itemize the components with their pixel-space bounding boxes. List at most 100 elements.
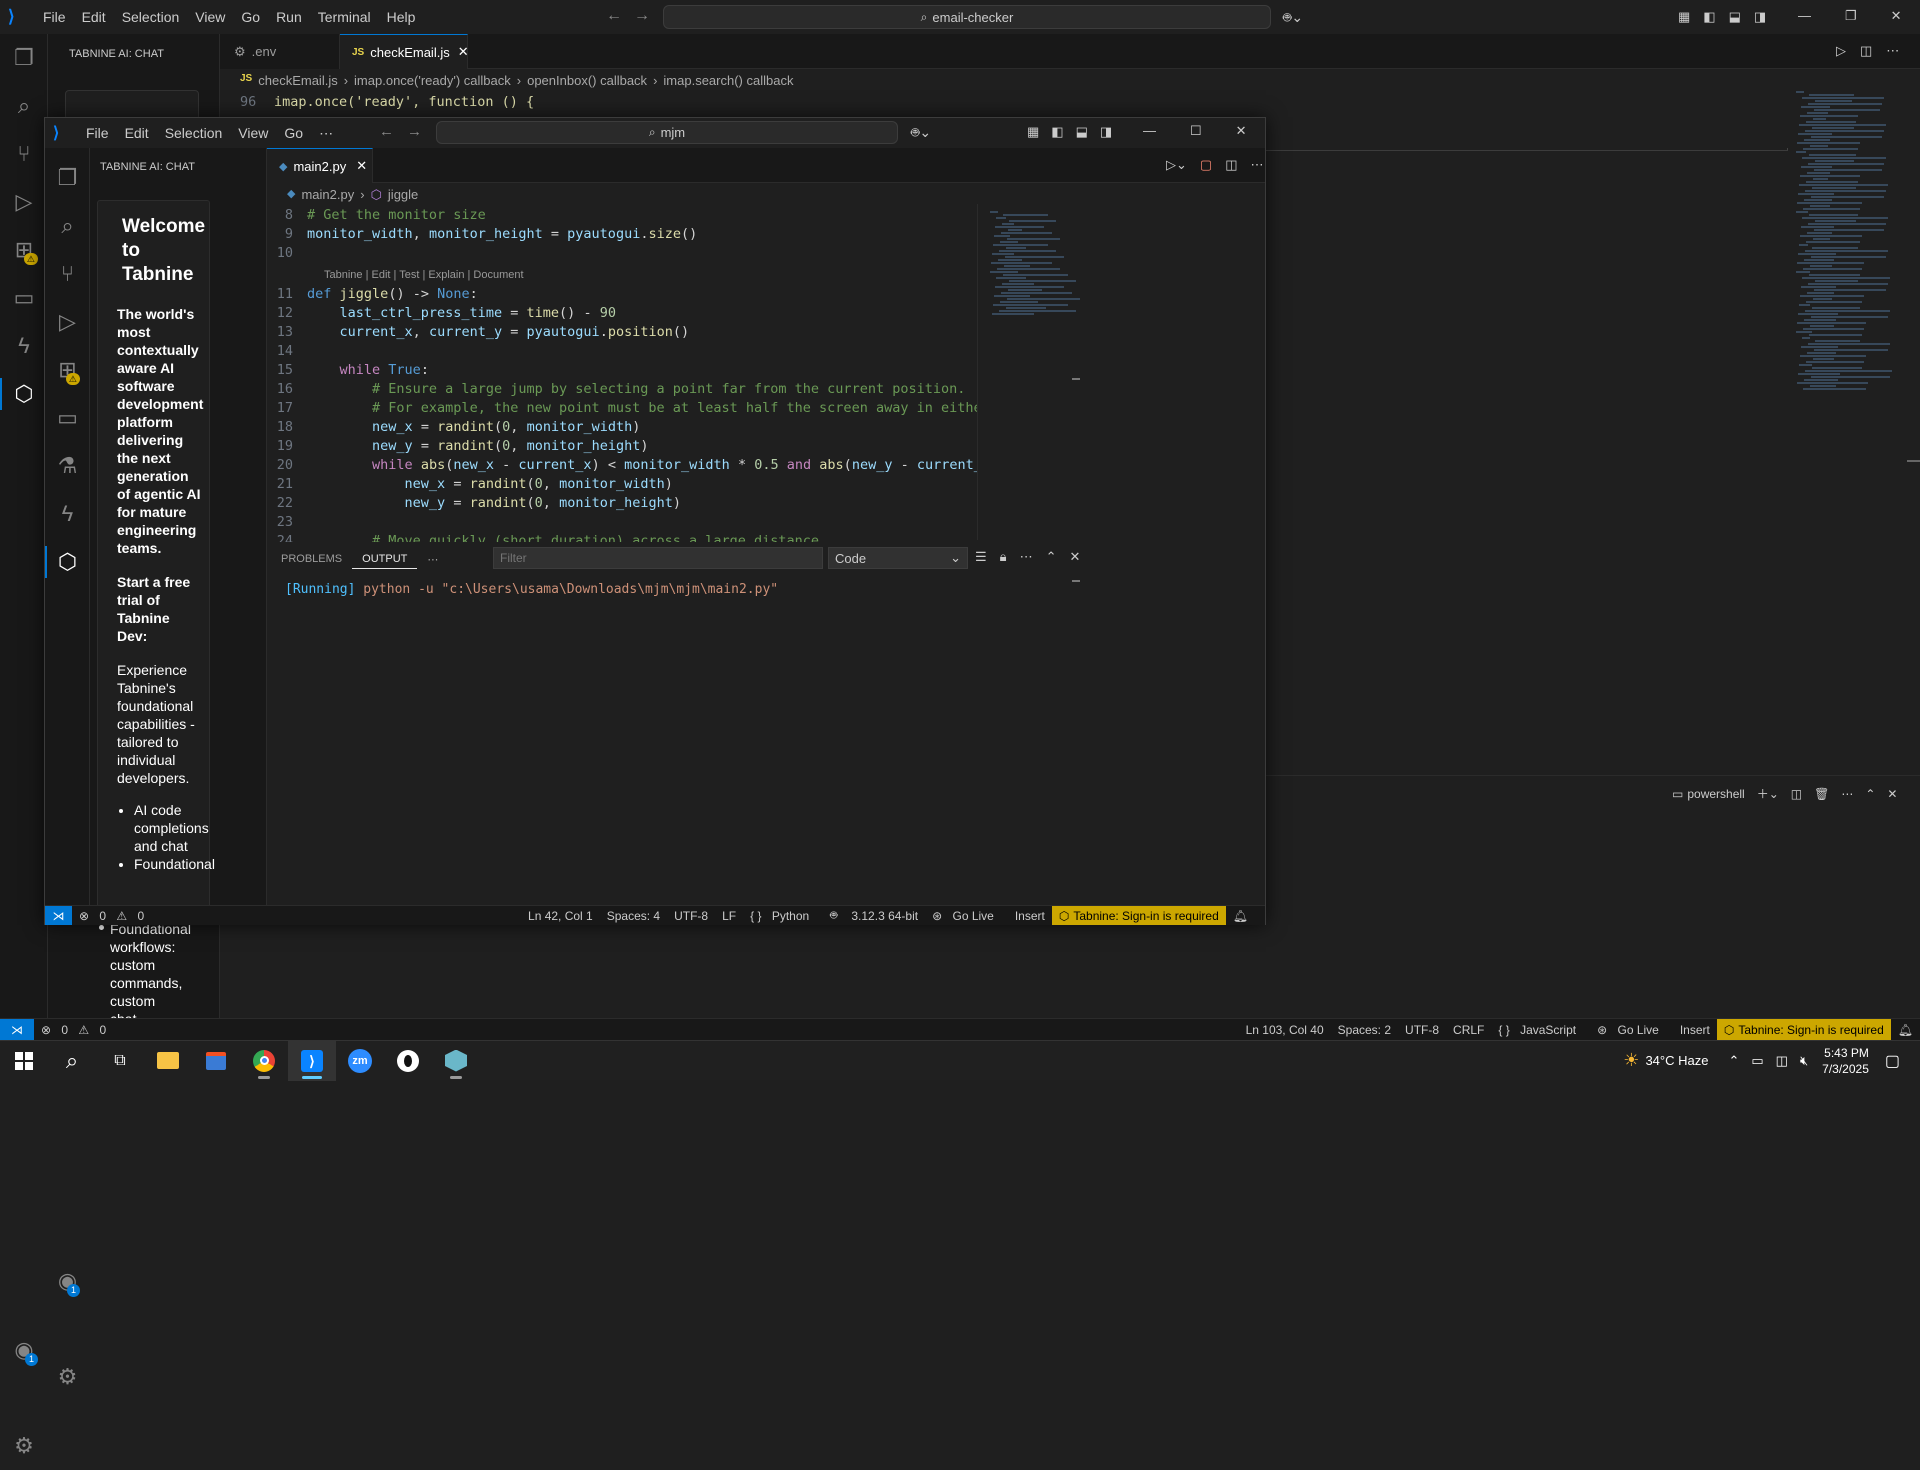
cursor-position[interactable]: Ln 103, Col 40 xyxy=(1239,1023,1331,1037)
minimize-icon[interactable]: — xyxy=(1798,8,1811,24)
app-hex-icon[interactable] xyxy=(432,1041,480,1081)
menu-go[interactable]: Go xyxy=(276,125,311,142)
forward-arrow-icon[interactable]: → xyxy=(407,123,422,140)
back-arrow-icon[interactable]: ← xyxy=(606,7,622,25)
toggle-panel-icon[interactable]: ⬓ xyxy=(1729,9,1741,25)
breadcrumb-item[interactable]: main2.py xyxy=(301,187,354,203)
close-tab-icon[interactable]: ✕ xyxy=(458,44,469,60)
remote-indicator-icon[interactable]: ⋊ xyxy=(45,906,72,925)
run-debug-icon[interactable]: ▷ xyxy=(0,178,48,226)
settings-gear-icon[interactable]: ⚙ xyxy=(0,1422,48,1470)
copilot-status-icon[interactable]: 🤖︎ xyxy=(823,907,844,924)
clock[interactable]: 5:43 PM 7/3/2025 xyxy=(1822,1045,1869,1077)
problems-status[interactable]: ⊗ 0 ⚠ 0 xyxy=(72,909,158,923)
menu-selection[interactable]: Selection xyxy=(157,125,231,142)
back-arrow-icon[interactable]: ← xyxy=(379,123,394,140)
tab-env[interactable]: ⚙ .env xyxy=(220,34,340,69)
extensions-icon[interactable]: ⊞ ⚠ xyxy=(45,346,90,394)
tab-problems[interactable]: PROBLEMS xyxy=(271,549,352,569)
go-live[interactable]: ⊛ Go Live xyxy=(1590,1023,1673,1037)
app-drop-icon[interactable] xyxy=(384,1041,432,1081)
task-view-icon[interactable]: ⧉ xyxy=(96,1041,144,1081)
search-icon[interactable]: ⌕ xyxy=(45,202,90,250)
testing-icon[interactable]: ⚗ xyxy=(45,442,90,490)
maximize-panel-icon[interactable]: ⌃ xyxy=(1046,549,1057,565)
notification-center-icon[interactable]: ▢ xyxy=(1885,1051,1900,1071)
eol[interactable]: LF xyxy=(715,909,743,923)
encoding[interactable]: UTF-8 xyxy=(667,909,715,923)
indentation[interactable]: Spaces: 4 xyxy=(600,909,667,923)
code-editor[interactable]: 8 # Get the monitor size 9 monitor_width, m… xyxy=(267,206,977,542)
close-panel-icon[interactable]: ✕ xyxy=(1069,549,1080,565)
close-panel-icon[interactable]: ✕ xyxy=(1887,787,1897,801)
volume-muted-icon[interactable]: 🔇︎ xyxy=(1800,1053,1808,1069)
encoding[interactable]: UTF-8 xyxy=(1398,1023,1446,1037)
output-channel-select[interactable]: Code ⌄ xyxy=(828,547,968,569)
tabnine-icon[interactable]: ⬡ xyxy=(0,370,48,418)
menu-more-icon[interactable]: ⋯ xyxy=(311,125,341,142)
clear-output-icon[interactable]: ☰ xyxy=(975,549,987,565)
menu-terminal[interactable]: Terminal xyxy=(310,9,379,25)
toggle-secondary-sidebar-icon[interactable]: ◨ xyxy=(1100,124,1112,140)
toggle-sidebar-icon[interactable]: ◧ xyxy=(1051,124,1063,140)
close-icon[interactable]: ✕ xyxy=(1236,123,1247,139)
run-python-icon[interactable]: ▷⌄ xyxy=(1166,157,1187,173)
file-explorer-icon[interactable] xyxy=(144,1041,192,1081)
output-filter-input[interactable] xyxy=(493,547,823,569)
terminal-label[interactable]: powershell xyxy=(1687,787,1744,801)
tabnine-codelens[interactable]: Tabnine | Edit | Test | Explain | Docume… xyxy=(267,263,977,285)
copilot-icon[interactable]: 🤖︎⌄ xyxy=(911,123,931,143)
account-icon[interactable]: ◉ 1 xyxy=(0,1326,48,1374)
layout-customize-icon[interactable]: ▦ xyxy=(1678,9,1690,25)
remote-indicator-icon[interactable]: ⋊ xyxy=(0,1019,34,1040)
menu-go[interactable]: Go xyxy=(233,9,268,25)
weather-widget[interactable]: ☀ 34°C Haze xyxy=(1623,1050,1708,1071)
breadcrumb-item[interactable]: checkEmail.js xyxy=(258,73,337,88)
settings-gear-icon[interactable]: ⚙ xyxy=(45,1353,90,1401)
forward-arrow-icon[interactable]: → xyxy=(634,7,650,25)
explorer-icon[interactable]: ❐ xyxy=(0,34,48,82)
tray-overflow-icon[interactable]: ⌃ xyxy=(1728,1053,1739,1069)
more-actions-icon[interactable]: ⋯ xyxy=(1250,157,1263,173)
more-icon[interactable]: ⋯ xyxy=(1020,549,1033,565)
command-center-search[interactable]: ⌕ mjm xyxy=(436,121,898,144)
network-icon[interactable]: ◫ xyxy=(1776,1053,1788,1069)
toggle-sidebar-icon[interactable]: ◧ xyxy=(1703,9,1715,25)
menu-run[interactable]: Run xyxy=(268,9,310,25)
zoom-icon[interactable]: zm xyxy=(336,1041,384,1081)
breadcrumb-item[interactable]: jiggle xyxy=(388,187,418,203)
split-editor-icon[interactable]: ◫ xyxy=(1860,43,1872,59)
vscode-taskbar-icon[interactable]: ⟩ xyxy=(288,1040,336,1081)
split-editor-icon[interactable]: ◫ xyxy=(1225,157,1237,173)
remote-explorer-icon[interactable]: ▭ xyxy=(0,274,48,322)
thunder-client-icon[interactable]: ϟ xyxy=(45,490,90,538)
close-icon[interactable]: ✕ xyxy=(1891,8,1902,24)
restore-icon[interactable]: ❐ xyxy=(1845,8,1857,24)
tabnine-status[interactable]: ⬡ Tabnine: Sign-in is required xyxy=(1716,1019,1891,1040)
go-live[interactable]: ⊛ Go Live xyxy=(925,909,1008,923)
tab-main2py[interactable]: ◆ main2.py ✕ xyxy=(267,148,373,183)
notifications-bell-icon[interactable]: 🔔︎ xyxy=(1891,1023,1920,1037)
language-mode[interactable]: { } Python xyxy=(743,909,823,923)
run-debug-icon[interactable]: ▷ xyxy=(45,298,90,346)
menu-file[interactable]: File xyxy=(78,125,117,142)
menu-view[interactable]: View xyxy=(187,9,233,25)
remote-explorer-icon[interactable]: ▭ xyxy=(45,394,90,442)
menu-file[interactable]: File xyxy=(35,9,74,25)
chrome-icon[interactable] xyxy=(240,1041,288,1081)
insert-mode[interactable]: Insert xyxy=(1008,909,1052,923)
menu-view[interactable]: View xyxy=(230,125,276,142)
menu-help[interactable]: Help xyxy=(379,9,424,25)
more-icon[interactable]: ⋯ xyxy=(1841,787,1853,801)
account-icon[interactable]: ◉ 1 xyxy=(45,1257,90,1305)
tab-output[interactable]: OUTPUT xyxy=(352,549,418,569)
source-control-icon[interactable]: ⑂ xyxy=(0,130,48,178)
toggle-secondary-sidebar-icon[interactable]: ◨ xyxy=(1754,9,1766,25)
toggle-panel-icon[interactable]: ⬓ xyxy=(1076,124,1088,140)
run-icon[interactable]: ▷ xyxy=(1836,43,1846,59)
copilot-icon[interactable]: 🤖︎⌄ xyxy=(1283,8,1303,28)
tab-checkemail[interactable]: JS checkEmail.js ✕ xyxy=(340,34,469,69)
thunder-client-icon[interactable]: ϟ xyxy=(0,322,48,370)
source-control-icon[interactable]: ⑂ xyxy=(45,250,90,298)
python-interpreter[interactable]: 3.12.3 64-bit xyxy=(844,909,925,923)
